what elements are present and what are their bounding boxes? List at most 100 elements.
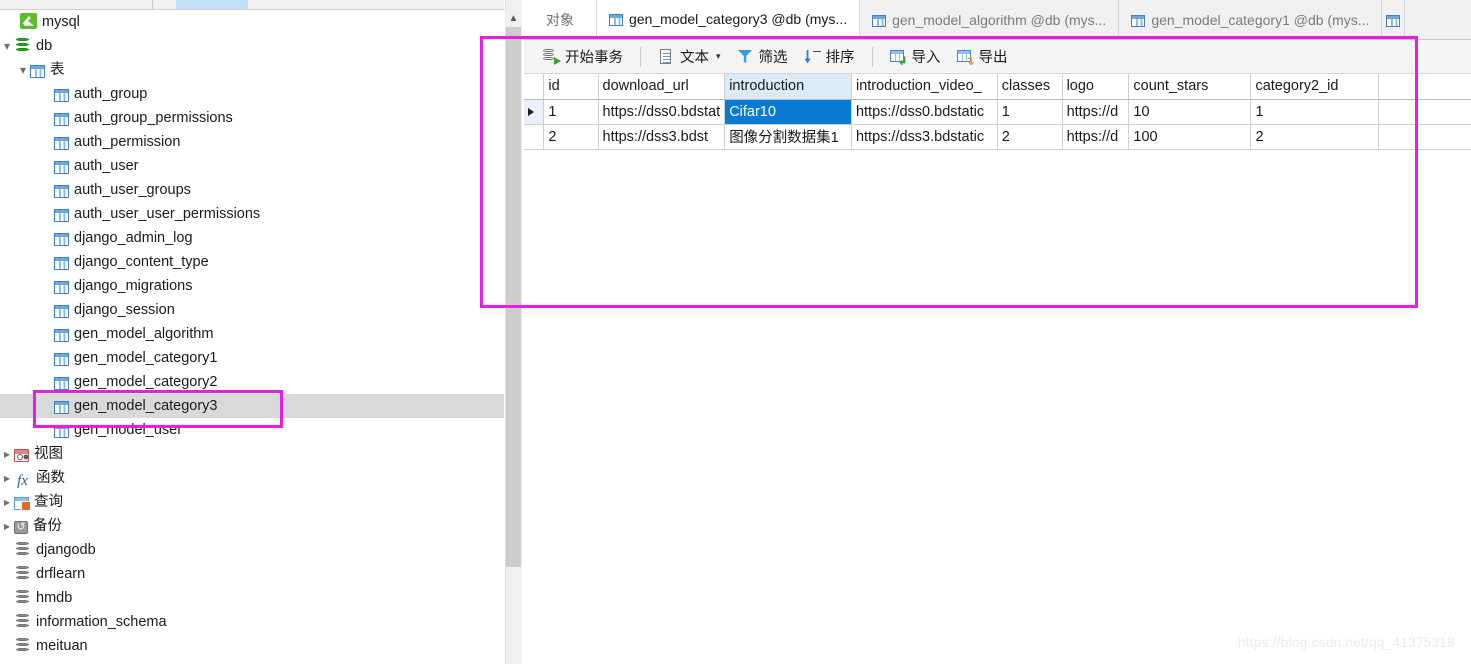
tree-group-views[interactable]: ▸ 视图 <box>0 442 504 466</box>
tab-gen-model-category1[interactable]: gen_model_category1 @db (mys... <box>1119 0 1383 39</box>
chevron-right-icon[interactable]: ▸ <box>0 490 14 514</box>
cell-download-url[interactable]: https://dss0.bdstat <box>598 99 726 125</box>
cell-introduction[interactable]: 图像分割数据集1 <box>724 124 852 150</box>
tree-item-table-auth_group[interactable]: auth_group <box>0 82 504 106</box>
cell-classes[interactable]: 1 <box>997 99 1063 125</box>
column-header-introduction-video[interactable]: introduction_video_ <box>851 74 998 100</box>
cell-id[interactable]: 1 <box>543 99 599 125</box>
table-icon <box>54 281 69 294</box>
tree-item-database-drflearn[interactable]: drflearn <box>0 562 504 586</box>
tab-label: gen_model_category1 @db (mys... <box>1151 11 1370 28</box>
column-header-category2-id[interactable]: category2_id <box>1250 74 1379 100</box>
cell-count-stars[interactable]: 10 <box>1128 99 1252 125</box>
cell-logo[interactable]: https://d <box>1062 124 1130 150</box>
tree-item-table-gen_model_user[interactable]: gen_model_user <box>0 418 504 442</box>
database-gray-icon <box>14 589 31 605</box>
functions-label: 函数 <box>36 470 65 486</box>
tab-gen-model-category3[interactable]: gen_model_category3 @db (mys... <box>597 0 861 39</box>
tab-overflow-partial[interactable] <box>1382 0 1406 39</box>
tree-item-table-auth_user_groups[interactable]: auth_user_groups <box>0 178 504 202</box>
column-header-introduction[interactable]: introduction <box>724 74 852 100</box>
tree-item-table-django_content_type[interactable]: django_content_type <box>0 250 504 274</box>
column-header-logo[interactable]: logo <box>1062 74 1130 100</box>
table-row[interactable]: 1 https://dss0.bdstat Cifar10 https://ds… <box>524 99 1471 125</box>
column-header-classes[interactable]: classes <box>997 74 1063 100</box>
chevron-down-icon[interactable]: ▾ <box>716 51 721 62</box>
table-icon <box>54 161 69 174</box>
export-label: 导出 <box>978 50 1008 66</box>
tree-item-table-gen_model_category2[interactable]: gen_model_category2 <box>0 370 504 394</box>
cell-category2-id[interactable]: 1 <box>1250 99 1379 125</box>
cell-classes[interactable]: 2 <box>997 124 1063 150</box>
begin-transaction-button[interactable]: 开始事务 <box>536 44 630 70</box>
filter-button[interactable]: 筛选 <box>730 44 795 70</box>
tree-item-table-django_migrations[interactable]: django_migrations <box>0 274 504 298</box>
tree-item-table-gen_model_algorithm[interactable]: gen_model_algorithm <box>0 322 504 346</box>
tree-item-connection-mysql[interactable]: mysql <box>0 10 504 34</box>
table-row[interactable]: 2 https://dss3.bdst 图像分割数据集1 https://dss… <box>524 124 1471 150</box>
database-gray-icon <box>14 637 31 653</box>
scroll-up-arrow-icon[interactable]: ▲ <box>505 10 522 27</box>
tab-objects-label: 对象 <box>546 11 574 28</box>
tab-objects[interactable]: 对象 <box>524 0 597 39</box>
tree-item-database-hmdb[interactable]: hmdb <box>0 586 504 610</box>
chevron-right-icon[interactable]: ▸ <box>0 442 14 466</box>
import-button[interactable]: ↲ 导入 <box>883 44 948 70</box>
table-icon <box>54 425 69 438</box>
text-label: 文本 <box>680 50 709 66</box>
tree-item-database-information_schema[interactable]: information_schema <box>0 610 504 634</box>
chevron-right-icon[interactable]: ▸ <box>0 466 14 490</box>
chevron-right-icon[interactable]: ▸ <box>0 514 14 538</box>
table-icon <box>54 353 69 366</box>
cell-introduction-video[interactable]: https://dss3.bdstatic <box>851 124 998 150</box>
column-header-id[interactable]: id <box>543 74 599 100</box>
sidebar-scrollbar-thumb[interactable] <box>506 27 521 567</box>
chevron-down-icon[interactable]: ▾ <box>0 34 14 58</box>
toolbar-strip-highlight[interactable] <box>176 0 248 9</box>
tree-item-database-db[interactable]: ▾ db <box>0 34 504 58</box>
tree-item-database-djangodb[interactable]: djangodb <box>0 538 504 562</box>
cell-introduction-video[interactable]: https://dss0.bdstatic <box>851 99 998 125</box>
column-header-count-stars[interactable]: count_stars <box>1128 74 1252 100</box>
row-marker[interactable] <box>524 124 545 150</box>
cell-logo[interactable]: https://d <box>1062 99 1130 125</box>
table-icon <box>54 185 69 198</box>
tree-item-database-meituan[interactable]: meituan <box>0 634 504 658</box>
cell-count-stars[interactable]: 100 <box>1128 124 1252 150</box>
tree-group-functions[interactable]: ▸ fx 函数 <box>0 466 504 490</box>
chevron-down-icon[interactable]: ▾ <box>16 58 30 82</box>
tree-item-table-auth_permission[interactable]: auth_permission <box>0 130 504 154</box>
cell-introduction[interactable]: Cifar10 <box>724 99 852 125</box>
tree-group-backups[interactable]: ▸ 备份 <box>0 514 504 538</box>
current-row-marker[interactable] <box>524 99 545 125</box>
table-icon <box>872 14 887 27</box>
sort-button[interactable]: 排序 <box>797 44 862 70</box>
tree-item-table-django_admin_log[interactable]: django_admin_log <box>0 226 504 250</box>
tree-item-table-auth_user_user_permissions[interactable]: auth_user_user_permissions <box>0 202 504 226</box>
tree-group-tables[interactable]: ▾ 表 <box>0 58 504 82</box>
table-label: django_session <box>74 302 175 318</box>
tree-item-table-auth_user[interactable]: auth_user <box>0 154 504 178</box>
import-label: 导入 <box>911 50 941 66</box>
cell-download-url[interactable]: https://dss3.bdst <box>598 124 726 150</box>
text-button[interactable]: 文本 ▾ <box>651 44 728 70</box>
data-grid[interactable]: id download_url introduction introductio… <box>524 74 1471 664</box>
column-header-download-url[interactable]: download_url <box>598 74 726 100</box>
cell-id[interactable]: 2 <box>543 124 599 150</box>
tree-item-table-gen_model_category3[interactable]: gen_model_category3 <box>0 394 504 418</box>
tree-item-table-auth_group_permissions[interactable]: auth_group_permissions <box>0 106 504 130</box>
tree-group-queries[interactable]: ▸ 查询 <box>0 490 504 514</box>
cell-category2-id[interactable]: 2 <box>1250 124 1379 150</box>
tab-gen-model-algorithm[interactable]: gen_model_algorithm @db (mys... <box>860 0 1120 39</box>
table-icon <box>54 233 69 246</box>
table-label: django_admin_log <box>74 230 193 246</box>
object-tree-sidebar[interactable]: mysql ▾ db ▾ 表 auth_group auth_group_permis… <box>0 10 504 664</box>
tree-item-table-gen_model_category1[interactable]: gen_model_category1 <box>0 346 504 370</box>
table-icon <box>1386 14 1401 27</box>
table-label: auth_permission <box>74 134 181 150</box>
table-icon <box>54 329 69 342</box>
export-button[interactable]: ↴ 导出 <box>950 44 1015 70</box>
tree-item-table-django_session[interactable]: django_session <box>0 298 504 322</box>
table-icon <box>54 209 69 222</box>
other-database-list: djangodb drflearn hmdb information_schema me… <box>0 538 504 658</box>
